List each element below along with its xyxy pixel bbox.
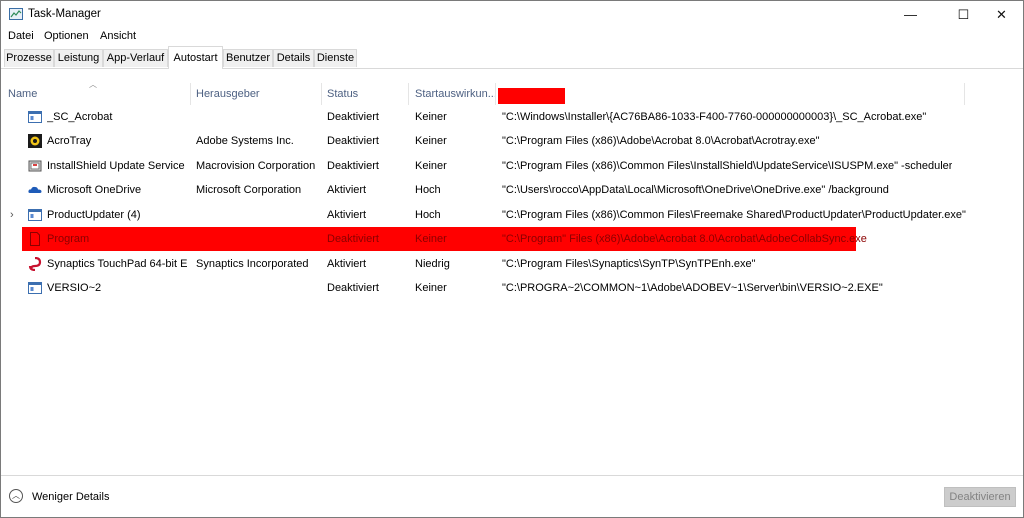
row-command: "C:\PROGRA~2\COMMON~1\Adobe\ADOBEV~1\Ser… bbox=[502, 282, 883, 294]
row-name: _SC_Acrobat bbox=[47, 111, 113, 123]
tab-details[interactable]: Details bbox=[273, 49, 314, 67]
table-row[interactable]: Microsoft OneDrive Microsoft Corporation… bbox=[1, 178, 1023, 202]
close-button[interactable]: ✕ bbox=[979, 1, 1024, 28]
row-name: Synaptics TouchPad 64-bit E... bbox=[47, 258, 187, 270]
generic-app-icon bbox=[28, 282, 42, 294]
row-status: Deaktiviert bbox=[327, 282, 379, 294]
menu-ansicht[interactable]: Ansicht bbox=[100, 30, 136, 42]
tab-leistung[interactable]: Leistung bbox=[54, 49, 103, 67]
tab-autostart[interactable]: Autostart bbox=[168, 46, 223, 69]
column-header-publisher[interactable]: Herausgeber bbox=[196, 88, 260, 104]
sort-up-icon: ︿ bbox=[89, 80, 97, 89]
table-row[interactable]: AcroTray Adobe Systems Inc. Deaktiviert … bbox=[1, 129, 1023, 153]
menu-optionen[interactable]: Optionen bbox=[44, 30, 89, 42]
row-impact: Keiner bbox=[415, 233, 447, 245]
column-divider[interactable] bbox=[190, 83, 191, 105]
row-command: "C:\Users\rocco\AppData\Local\Microsoft\… bbox=[502, 184, 889, 196]
row-status: Deaktiviert bbox=[327, 233, 379, 245]
row-name: VERSIO~2 bbox=[47, 282, 102, 294]
column-divider[interactable] bbox=[408, 83, 409, 105]
minimize-icon: — bbox=[904, 7, 917, 22]
row-publisher: Microsoft Corporation bbox=[196, 184, 302, 196]
table-row[interactable]: › ProductUpdater (4) Aktiviert Hoch "C:\… bbox=[1, 203, 1023, 227]
minimize-button[interactable]: — bbox=[888, 1, 933, 28]
row-command: "C:\Program Files (x86)\Common Files\Ins… bbox=[502, 160, 953, 172]
synaptics-icon bbox=[28, 257, 42, 271]
row-status: Aktiviert bbox=[327, 209, 367, 221]
menu-bar: Datei Optionen Ansicht bbox=[1, 28, 1023, 46]
row-status: Aktiviert bbox=[327, 184, 367, 196]
column-header-status[interactable]: Status bbox=[327, 88, 358, 104]
tab-benutzer[interactable]: Benutzer bbox=[223, 49, 273, 67]
close-icon: ✕ bbox=[996, 7, 1007, 22]
column-divider[interactable] bbox=[321, 83, 322, 105]
expand-chevron-icon[interactable]: › bbox=[10, 203, 14, 227]
maximize-icon: ☐ bbox=[957, 7, 970, 22]
document-icon bbox=[30, 232, 40, 246]
column-header-impact[interactable]: Startauswirkun... bbox=[415, 88, 497, 104]
row-status: Deaktiviert bbox=[327, 160, 379, 172]
table-row-selected[interactable]: Program Deaktiviert Keiner "C:\Program" … bbox=[1, 227, 1023, 251]
tab-prozesse[interactable]: Prozesse bbox=[4, 49, 54, 67]
row-publisher: Adobe Systems Inc. bbox=[196, 135, 294, 147]
row-name: AcroTray bbox=[47, 135, 92, 147]
row-command: "C:\Program Files (x86)\Common Files\Fre… bbox=[502, 209, 966, 221]
row-impact: Keiner bbox=[415, 160, 447, 172]
row-status: Aktiviert bbox=[327, 258, 367, 270]
row-impact: Keiner bbox=[415, 111, 447, 123]
column-divider[interactable] bbox=[964, 83, 965, 105]
table-row[interactable]: VERSIO~2 Deaktiviert Keiner "C:\PROGRA~2… bbox=[1, 276, 1023, 300]
column-headers: ︿ Name Herausgeber Status Startauswirkun… bbox=[1, 69, 1023, 105]
row-name: ProductUpdater (4) bbox=[47, 209, 141, 221]
table-row[interactable]: InstallShield Update Service ... Macrovi… bbox=[1, 154, 1023, 178]
row-name: InstallShield Update Service ... bbox=[47, 160, 187, 172]
row-impact: Hoch bbox=[415, 184, 441, 196]
row-impact: Hoch bbox=[415, 209, 441, 221]
row-publisher: Synaptics Incorporated bbox=[196, 258, 309, 270]
row-impact: Niedrig bbox=[415, 258, 450, 270]
row-publisher: Macrovision Corporation bbox=[196, 160, 316, 172]
row-impact: Keiner bbox=[415, 282, 447, 294]
row-status: Deaktiviert bbox=[327, 111, 379, 123]
row-name: Program bbox=[47, 233, 90, 245]
generic-app-icon bbox=[28, 209, 42, 221]
row-impact: Keiner bbox=[415, 135, 447, 147]
generic-app-icon bbox=[28, 111, 42, 123]
task-manager-icon bbox=[9, 8, 23, 20]
column-header-command[interactable]: Befehlszeile bbox=[498, 88, 566, 104]
title-bar[interactable]: Task-Manager — ☐ ✕ bbox=[1, 1, 1023, 28]
table-row[interactable]: _SC_Acrobat Deaktiviert Keiner "C:\Windo… bbox=[1, 105, 1023, 129]
deactivate-button[interactable]: Deaktivieren bbox=[944, 487, 1016, 507]
row-command: "C:\Program Files (x86)\Adobe\Acrobat 8.… bbox=[502, 135, 820, 147]
row-name: Microsoft OneDrive bbox=[47, 184, 142, 196]
row-status: Deaktiviert bbox=[327, 135, 379, 147]
window-title: Task-Manager bbox=[28, 8, 101, 20]
menu-datei[interactable]: Datei bbox=[8, 30, 34, 42]
installshield-icon bbox=[28, 160, 42, 172]
row-command: "C:\Program Files\Synaptics\SynTP\SynTPE… bbox=[502, 258, 756, 270]
tab-bar: Prozesse Leistung App-Verlauf Autostart … bbox=[1, 46, 1023, 69]
fewer-details-link[interactable]: Weniger Details bbox=[32, 491, 109, 503]
row-command: "C:\Windows\Installer\{AC76BA86-1033-F40… bbox=[502, 111, 927, 123]
row-command: "C:\Program" Files (x86)\Adobe\Acrobat 8… bbox=[502, 233, 867, 245]
column-header-name[interactable]: Name bbox=[8, 88, 37, 104]
footer-bar: ︿ Weniger Details Deaktivieren bbox=[1, 475, 1023, 518]
onedrive-icon bbox=[28, 186, 42, 193]
column-divider[interactable] bbox=[495, 83, 496, 105]
acrotray-icon bbox=[28, 134, 42, 148]
tab-dienste[interactable]: Dienste bbox=[314, 49, 357, 67]
collapse-up-icon[interactable]: ︿ bbox=[9, 489, 23, 503]
table-row[interactable]: Synaptics TouchPad 64-bit E... Synaptics… bbox=[1, 252, 1023, 276]
tab-app-verlauf[interactable]: App-Verlauf bbox=[103, 49, 168, 67]
task-manager-window: Task-Manager — ☐ ✕ Datei Optionen Ansich… bbox=[0, 0, 1024, 518]
